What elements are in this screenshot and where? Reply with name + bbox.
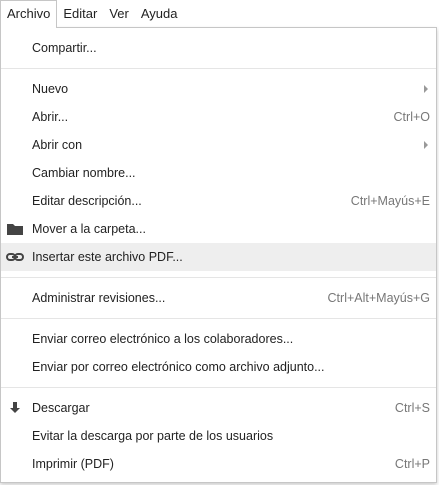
- menu-item-label: Administrar revisiones...: [32, 291, 166, 305]
- menu-ayuda[interactable]: Ayuda: [135, 0, 184, 28]
- file-menu-dropdown: Compartir... Nuevo Abrir... Ctrl+O Abrir…: [0, 27, 437, 483]
- shortcut-label: Ctrl+S: [394, 401, 430, 415]
- menu-item-label: Evitar la descarga por parte de los usua…: [32, 429, 274, 443]
- menu-item-label: Cambiar nombre...: [32, 166, 136, 180]
- menu-archivo[interactable]: Archivo: [0, 0, 58, 28]
- menu-separator: [1, 68, 436, 69]
- menu-item-compartir[interactable]: Compartir...: [1, 34, 436, 62]
- submenu-arrow-icon: [424, 141, 428, 149]
- menu-item-label: Descargar: [32, 401, 90, 415]
- shortcut-label: Ctrl+Alt+Mayús+G: [327, 291, 430, 305]
- menu-ver[interactable]: Ver: [103, 0, 135, 28]
- shortcut-label: Ctrl+O: [393, 110, 430, 124]
- menu-item-label: Mover a la carpeta...: [32, 222, 146, 236]
- link-icon: [6, 249, 24, 265]
- menu-item-label: Nuevo: [32, 82, 69, 96]
- menu-item-imprimir[interactable]: Imprimir (PDF) Ctrl+P: [1, 450, 436, 478]
- menu-editar[interactable]: Editar: [57, 0, 103, 28]
- download-icon: [6, 400, 24, 416]
- menu-item-label: Enviar correo electrónico a los colabora…: [32, 332, 294, 346]
- menu-item-label: Imprimir (PDF): [32, 457, 114, 471]
- menu-item-label: Insertar este archivo PDF...: [32, 250, 183, 264]
- menu-item-enviar-colaboradores[interactable]: Enviar correo electrónico a los colabora…: [1, 325, 436, 353]
- menu-bar: Archivo Editar Ver Ayuda: [0, 0, 439, 28]
- folder-icon: [6, 221, 24, 237]
- shortcut-label: Ctrl+P: [394, 457, 430, 471]
- submenu-arrow-icon: [424, 85, 428, 93]
- menu-item-nuevo[interactable]: Nuevo: [1, 75, 436, 103]
- menu-item-abrir-con[interactable]: Abrir con: [1, 131, 436, 159]
- menu-item-insertar-pdf[interactable]: Insertar este archivo PDF...: [1, 243, 436, 271]
- menu-item-label: Compartir...: [32, 41, 97, 55]
- menu-item-label: Editar descripción...: [32, 194, 142, 208]
- menu-item-label: Abrir...: [32, 110, 69, 124]
- menu-item-descargar[interactable]: Descargar Ctrl+S: [1, 394, 436, 422]
- menu-item-evitar-descarga[interactable]: Evitar la descarga por parte de los usua…: [1, 422, 436, 450]
- menu-item-administrar-revisiones[interactable]: Administrar revisiones... Ctrl+Alt+Mayús…: [1, 284, 436, 312]
- menu-item-abrir[interactable]: Abrir... Ctrl+O: [1, 103, 436, 131]
- menu-item-cambiar-nombre[interactable]: Cambiar nombre...: [1, 159, 436, 187]
- menu-separator: [1, 387, 436, 388]
- menu-item-enviar-adjunto[interactable]: Enviar por correo electrónico como archi…: [1, 353, 436, 381]
- menu-separator: [1, 277, 436, 278]
- menu-item-label: Enviar por correo electrónico como archi…: [32, 360, 325, 374]
- menu-separator: [1, 318, 436, 319]
- menu-item-editar-descripcion[interactable]: Editar descripción... Ctrl+Mayús+E: [1, 187, 436, 215]
- menu-item-label: Abrir con: [32, 138, 83, 152]
- menu-item-mover-carpeta[interactable]: Mover a la carpeta...: [1, 215, 436, 243]
- shortcut-label: Ctrl+Mayús+E: [350, 194, 430, 208]
